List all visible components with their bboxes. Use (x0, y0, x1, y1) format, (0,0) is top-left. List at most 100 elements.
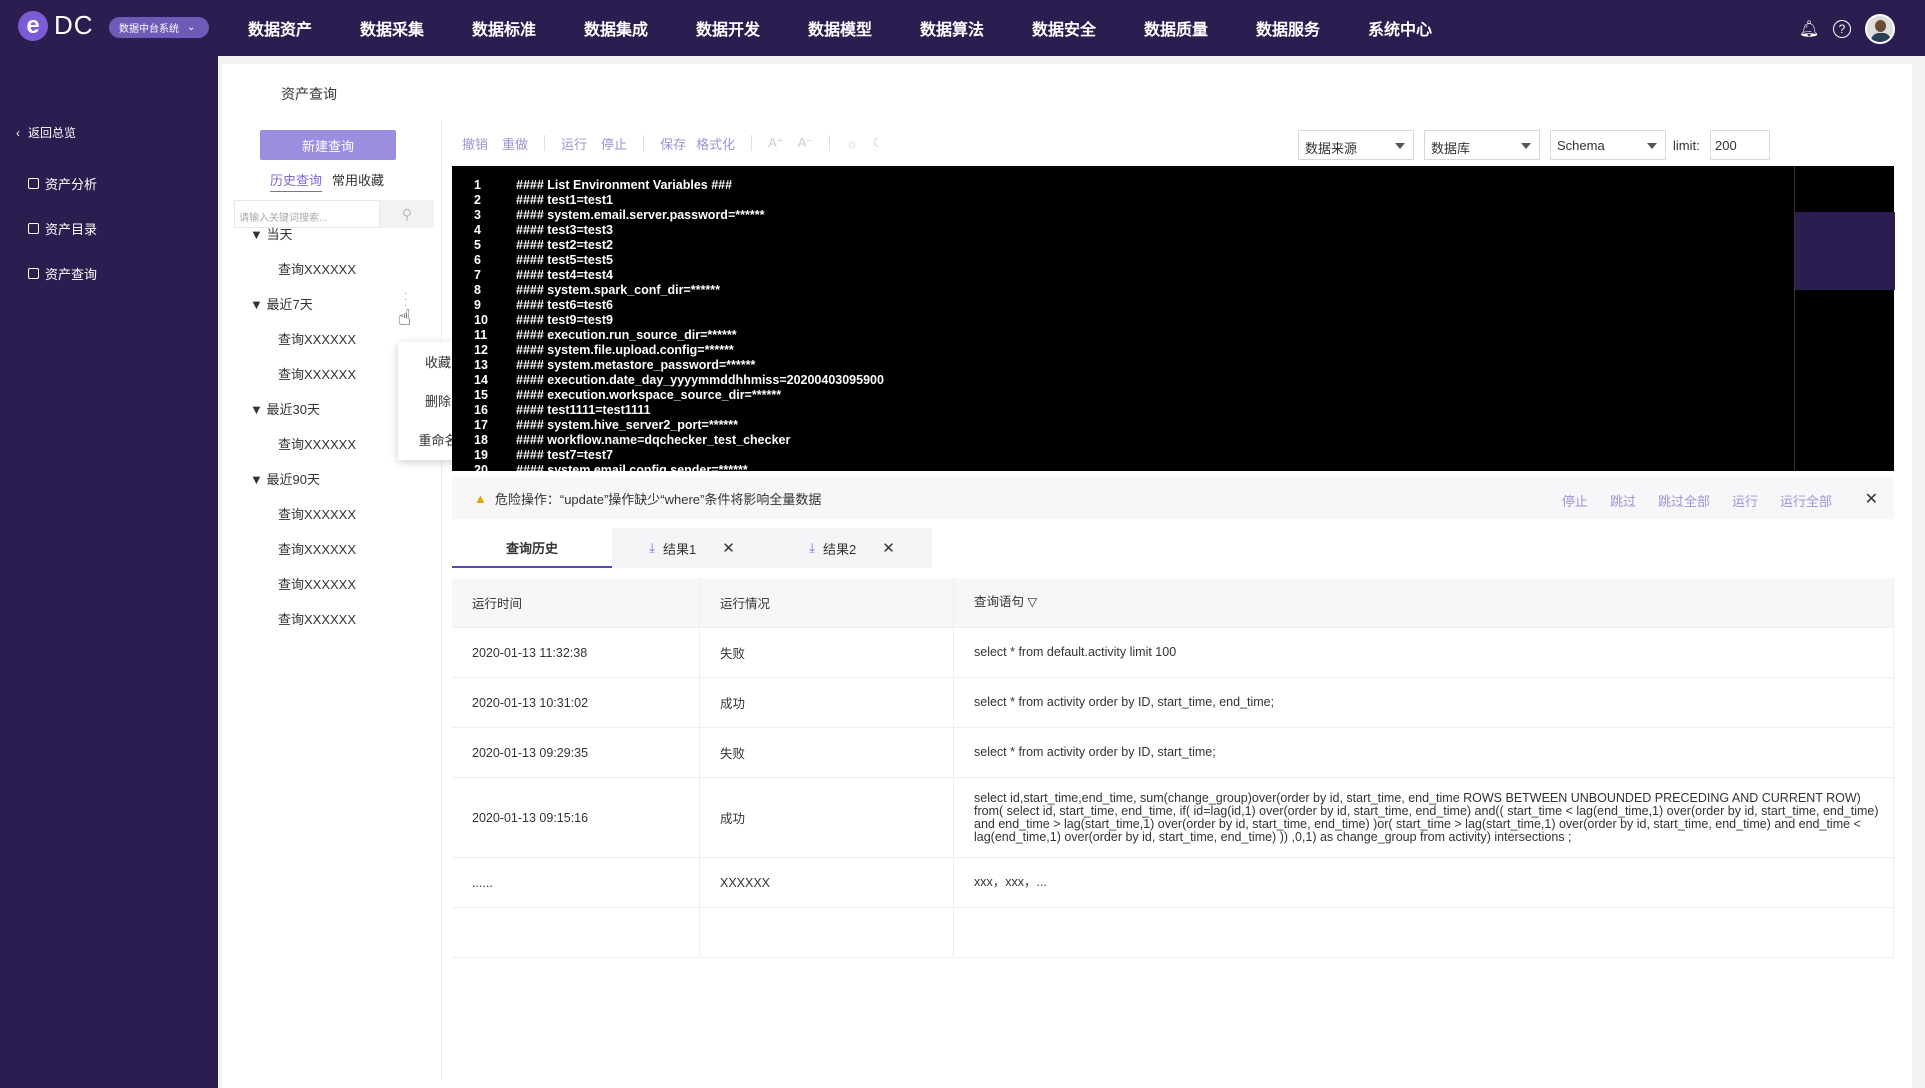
nav-item[interactable]: 数据资产 (224, 0, 336, 56)
moon-icon[interactable]: ☾ (872, 135, 884, 151)
sidebar-item-asset-catalog[interactable]: 资产目录 (28, 219, 97, 238)
query-item[interactable]: 查询XXXXXX (278, 364, 356, 383)
bell-icon[interactable]: 🔔︎ (1799, 19, 1819, 39)
column-header: 运行情况 (700, 578, 954, 627)
tab-result-1[interactable]: ⤓ 结果1 ✕ (612, 528, 772, 568)
line-number: 11 (474, 328, 488, 342)
code-text: #### test7=test7 (516, 448, 613, 462)
download-icon[interactable]: ⤓ (649, 540, 655, 556)
chart-icon (28, 178, 39, 189)
tab-query-history[interactable]: 查询历史 (452, 528, 612, 568)
warning-action[interactable]: 跳过全部 (1658, 491, 1710, 510)
search-icon[interactable]: ⚲ (380, 200, 434, 228)
group-header[interactable]: ▼ 当天 (250, 224, 292, 243)
redo-button[interactable]: 重做 (502, 134, 528, 153)
table-cell: select * from default.activity limit 100 (954, 628, 1894, 677)
nav-item[interactable]: 数据算法 (896, 0, 1008, 56)
warning-action[interactable]: 跳过 (1610, 491, 1636, 510)
table-row[interactable]: 2020-01-13 11:32:38 失败 select * from defau… (452, 628, 1894, 678)
sidebar-item-asset-analysis[interactable]: 资产分析 (28, 174, 97, 193)
tab-favorites[interactable]: 常用收藏 (332, 170, 384, 192)
table-cell: 2020-01-13 11:32:38 (452, 628, 700, 677)
code-text: #### List Environment Variables ### (516, 178, 733, 192)
column-header: 运行时间 (452, 578, 700, 627)
back-button[interactable]: ‹ 返回总览 (16, 124, 76, 141)
code-line: 9 #### test6=test6 (474, 298, 613, 313)
query-item[interactable]: 查询XXXXXX (278, 259, 356, 278)
minimap[interactable] (1794, 166, 1895, 471)
code-line: 16 #### test1111=test1111 (474, 403, 651, 418)
code-line: 8 #### system.spark_conf_dir=****** (474, 283, 720, 298)
table-row[interactable]: ...... XXXXXX xxx，xxx，... (452, 858, 1894, 908)
group-header[interactable]: ▼ 最近7天 (250, 294, 313, 313)
avatar[interactable] (1865, 14, 1895, 44)
query-item[interactable]: 查询XXXXXX (278, 539, 356, 558)
nav-item[interactable]: 数据质量 (1120, 0, 1232, 56)
warning-text: 危险操作：“update”操作缺少“where”条件将影响全量数据 (494, 491, 822, 507)
system-switcher[interactable]: 数据中台系统 ⌄ (109, 17, 209, 38)
sun-icon[interactable]: ☼ (846, 136, 858, 151)
database-select[interactable]: 数据库 (1424, 130, 1540, 160)
nav-item[interactable]: 系统中心 (1344, 0, 1456, 56)
new-query-button[interactable]: 新建查询 (260, 130, 396, 160)
nav-item[interactable]: 数据采集 (336, 0, 448, 56)
run-button[interactable]: 运行 (561, 134, 587, 153)
save-button[interactable]: 保存 (660, 134, 686, 153)
nav-item[interactable]: 数据标准 (448, 0, 560, 56)
font-increase-button[interactable]: A⁺ (768, 135, 784, 151)
close-icon[interactable]: ✕ (722, 539, 735, 557)
warning-action[interactable]: 运行 (1732, 491, 1758, 510)
close-icon[interactable]: ✕ (882, 539, 895, 557)
code-text: #### system.file.upload.config=****** (516, 343, 734, 357)
group-header[interactable]: ▼ 最近30天 (250, 399, 320, 418)
tab-result-2[interactable]: ⤓ 结果2 ✕ (772, 528, 932, 568)
code-text: #### test3=test3 (516, 223, 613, 237)
code-line: 15 #### execution.workspace_source_dir=**… (474, 388, 781, 403)
nav-item[interactable]: 数据集成 (560, 0, 672, 56)
minimap-viewport[interactable] (1795, 212, 1895, 290)
query-item[interactable]: 查询XXXXXX (278, 434, 356, 453)
query-item[interactable]: 查询XXXXXX (278, 329, 356, 348)
chevron-left-icon: ‹ (16, 125, 20, 140)
query-item[interactable]: 查询XXXXXX (278, 609, 356, 628)
data-source-select[interactable]: 数据来源 (1298, 130, 1414, 160)
close-icon[interactable]: ✕ (1865, 489, 1878, 509)
font-decrease-button[interactable]: A⁻ (798, 135, 814, 151)
nav-item[interactable]: 数据模型 (784, 0, 896, 56)
page-title: 资产查询 (281, 86, 337, 102)
tab-history[interactable]: 历史查询 (270, 170, 323, 192)
schema-select[interactable]: Schema (1550, 130, 1666, 160)
table-row[interactable]: 2020-01-13 10:31:02 成功 select * from activ… (452, 678, 1894, 728)
download-icon[interactable]: ⤓ (809, 540, 815, 556)
code-line: 12 #### system.file.upload.config=****** (474, 343, 734, 358)
code-text: #### test6=test6 (516, 298, 613, 312)
nav-item[interactable]: 数据开发 (672, 0, 784, 56)
query-item[interactable]: 查询XXXXXX (278, 574, 356, 593)
code-line: 11 #### execution.run_source_dir=****** (474, 328, 737, 343)
table-cell: xxx，xxx，... (954, 858, 1894, 907)
table-row[interactable]: 2020-01-13 09:29:35 失败 select * from activ… (452, 728, 1894, 778)
format-button[interactable]: 格式化 (696, 134, 735, 153)
sidebar-item-asset-query[interactable]: 资产查询 (28, 264, 97, 283)
column-header[interactable]: 查询语句 ▽ (954, 578, 1894, 627)
code-text: #### system.email.config.sender=****** (516, 463, 748, 477)
line-number: 9 (474, 298, 481, 312)
warning-action[interactable]: 运行全部 (1780, 491, 1832, 510)
table-row[interactable]: 2020-01-13 09:15:16 成功 select id,start_tim… (452, 778, 1894, 858)
line-number: 14 (474, 373, 488, 387)
warning-action[interactable]: 停止 (1562, 491, 1588, 510)
undo-button[interactable]: 撤销 (462, 134, 488, 153)
group-header[interactable]: ▼ 最近90天 (250, 469, 320, 488)
nav-item[interactable]: 数据安全 (1008, 0, 1120, 56)
logo[interactable]: e DC (18, 10, 94, 41)
code-editor[interactable]: 1 #### List Environment Variables ### 2 ###… (452, 166, 1895, 507)
limit-input[interactable]: 200 (1710, 130, 1770, 160)
help-icon[interactable]: ? (1833, 20, 1851, 38)
sidebar-item-label: 资产查询 (45, 267, 98, 282)
table-row[interactable] (452, 908, 1894, 958)
nav-item[interactable]: 数据服务 (1232, 0, 1344, 56)
query-item[interactable]: 查询XXXXXX (278, 504, 356, 523)
stop-button[interactable]: 停止 (601, 134, 627, 153)
code-line: 10 #### test9=test9 (474, 313, 613, 328)
line-number: 16 (474, 403, 488, 417)
